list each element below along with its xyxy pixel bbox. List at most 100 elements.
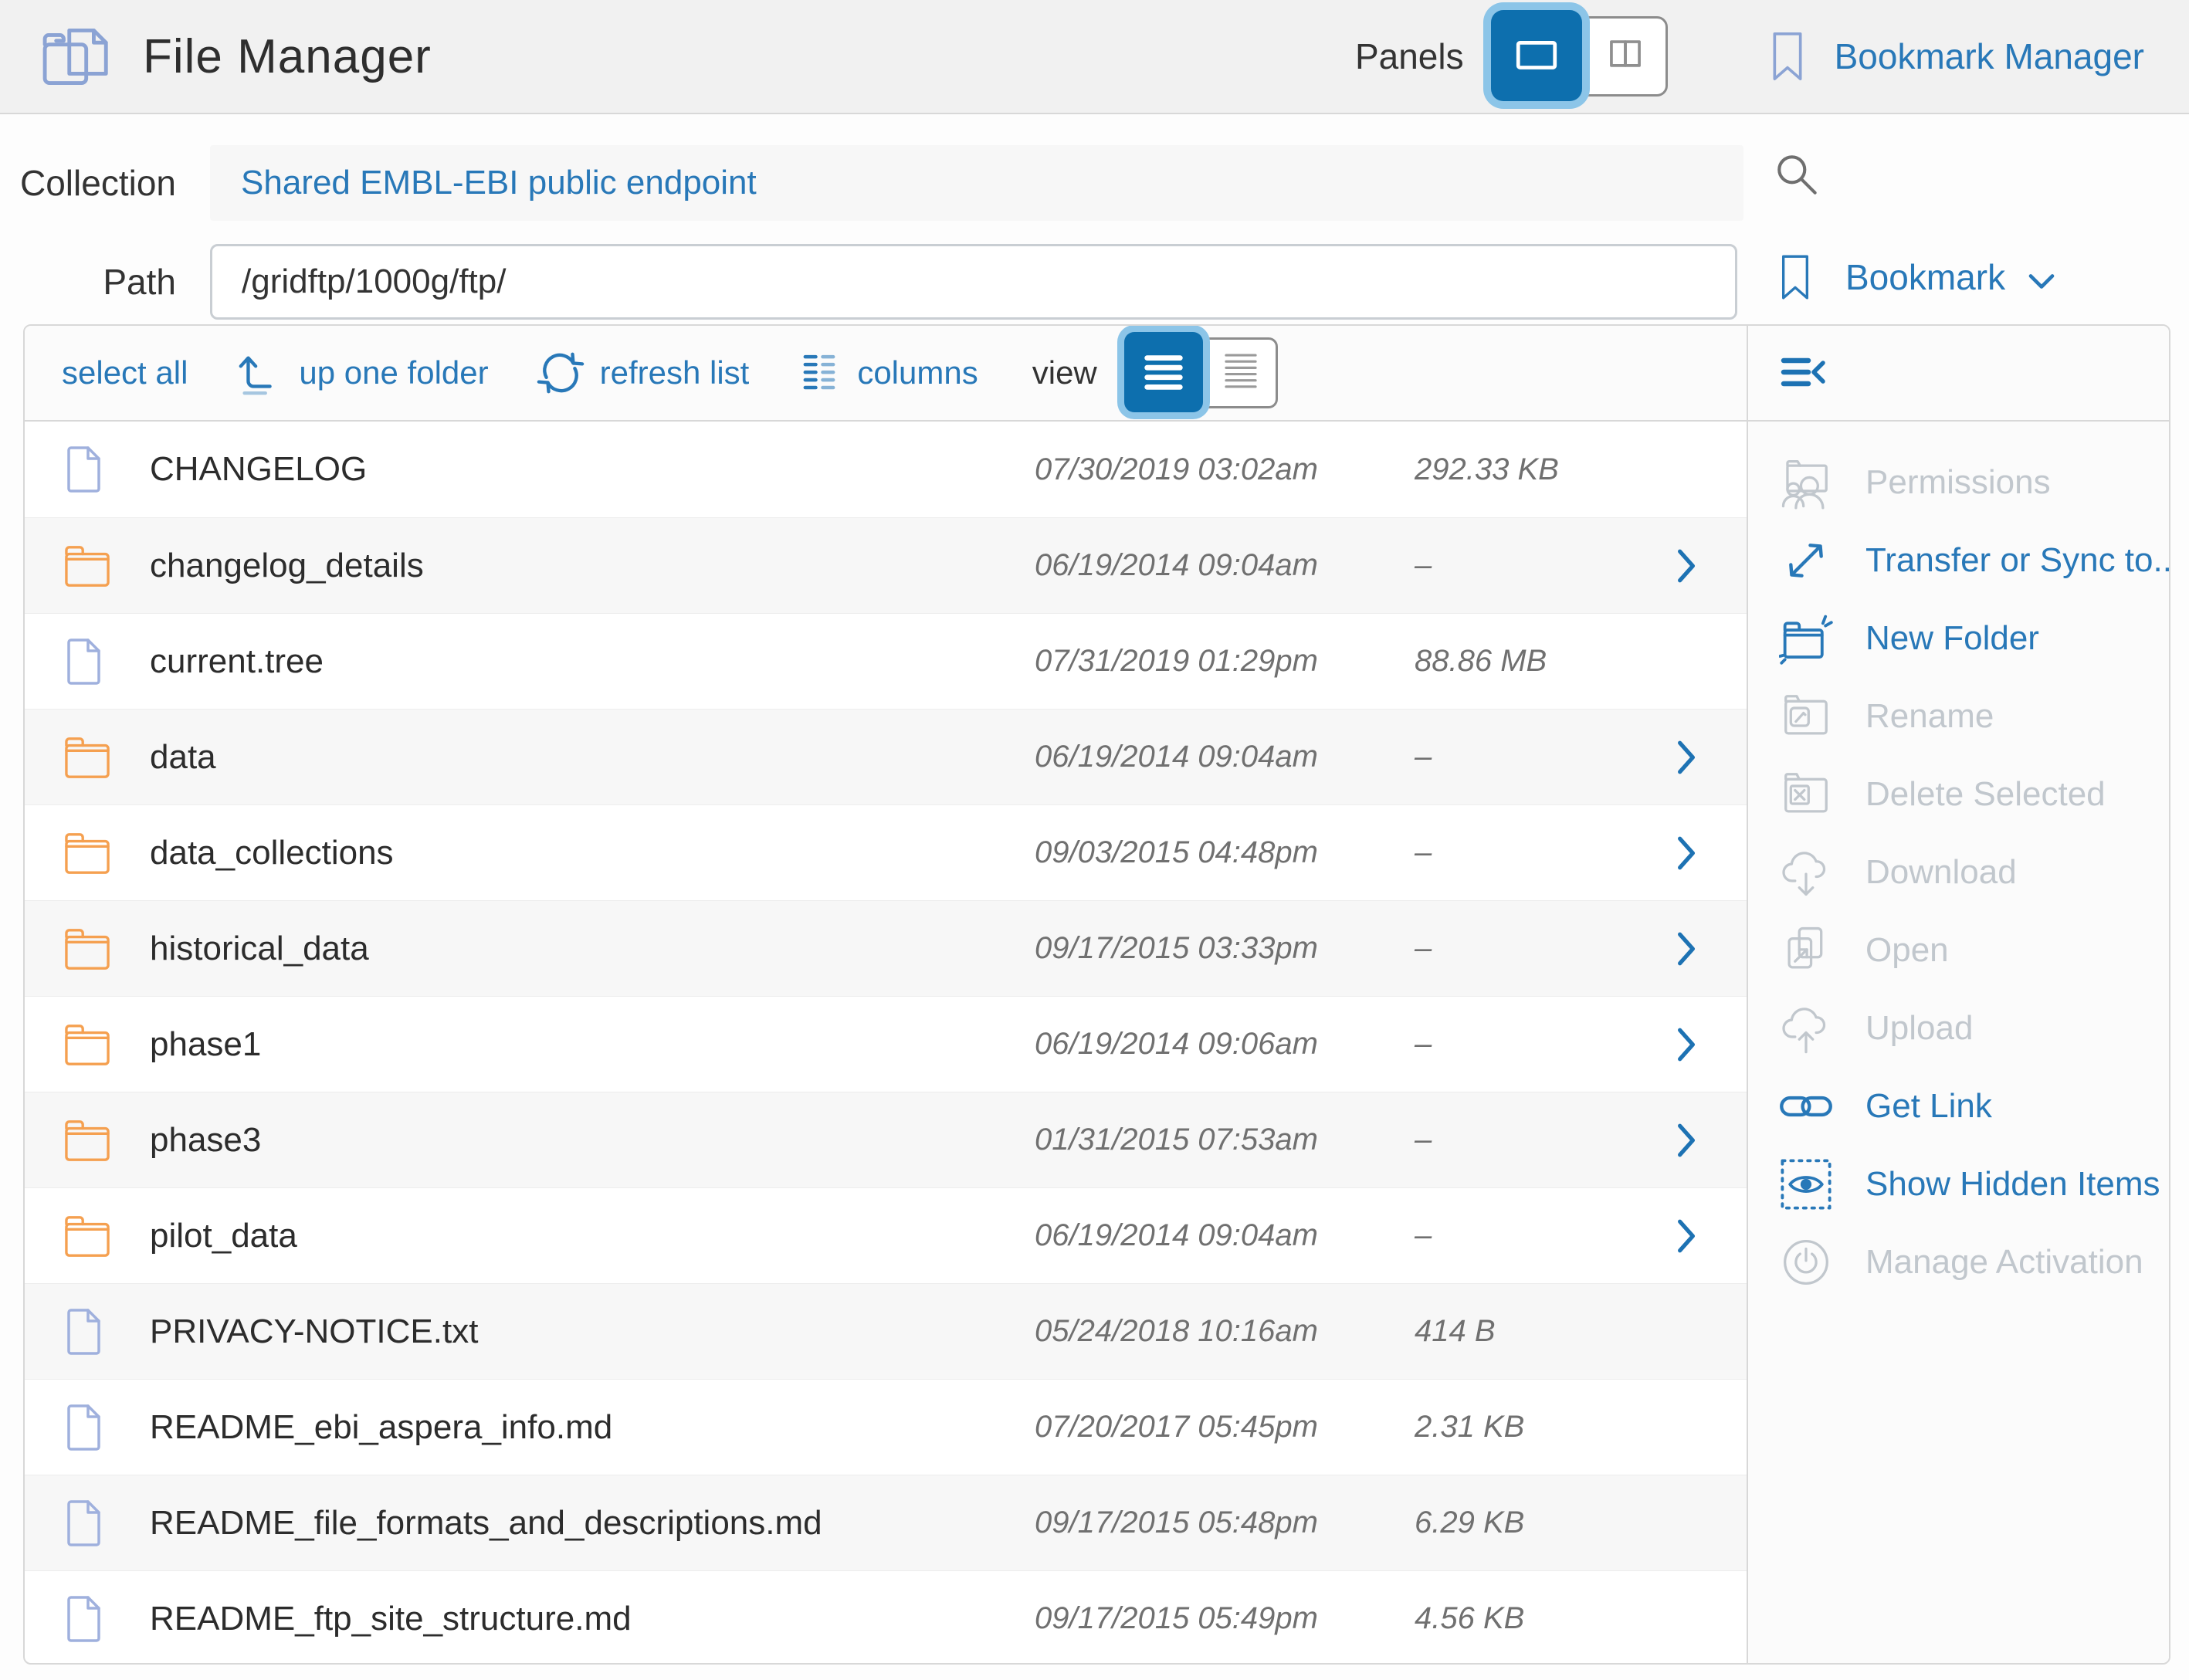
file-pane: select all up one folder refresh list co…	[25, 326, 1748, 1663]
table-row-phase3[interactable]: phase3 01/31/2015 07:53am –	[25, 1092, 1747, 1187]
sidebar-item-upload: Upload	[1748, 989, 2170, 1067]
bookmark-icon	[1777, 252, 1813, 303]
bookmark-manager-label: Bookmark Manager	[1835, 36, 2144, 77]
view-label: view	[1032, 354, 1097, 391]
select-all-button[interactable]: select all	[62, 354, 188, 391]
chevron-right-icon[interactable]	[1671, 547, 1697, 584]
folder-icon	[63, 1022, 150, 1067]
refresh-list-button[interactable]: refresh list	[537, 349, 750, 397]
file-manager-icon	[40, 25, 114, 89]
chevron-right-icon[interactable]	[1671, 739, 1697, 776]
panels-dual-button[interactable]	[1585, 19, 1665, 90]
table-row-pilot_data[interactable]: pilot_data 06/19/2014 09:04am –	[25, 1187, 1747, 1283]
file-icon	[63, 445, 150, 494]
location-bar: Collection Shared EMBL-EBI public endpoi…	[0, 114, 2189, 324]
sidebar-item-get-link[interactable]: Get Link	[1748, 1067, 2170, 1145]
link-chain-icon	[1777, 1078, 1835, 1135]
main-panes: select all up one folder refresh list co…	[23, 324, 2170, 1665]
table-row-PRIVACY-NOTICE.txt[interactable]: PRIVACY-NOTICE.txt 05/24/2018 10:16am 41…	[25, 1283, 1747, 1379]
list-view-icon	[1140, 348, 1188, 396]
sidebar-item-manage-activation: Manage Activation	[1748, 1223, 2170, 1301]
folder-icon	[63, 831, 150, 876]
file-icon	[63, 1594, 150, 1644]
path-input[interactable]: /gridftp/1000g/ftp/	[210, 244, 1737, 320]
sidebar-item-show-hidden-items[interactable]: Show Hidden Items	[1748, 1145, 2170, 1223]
users-folder-icon	[1777, 454, 1835, 511]
sidebar-item-transfer-or-sync-to[interactable]: Transfer or Sync to...	[1748, 521, 2170, 599]
sidebar-item-delete-selected: Delete Selected	[1748, 755, 2170, 833]
refresh-icon	[537, 349, 585, 397]
columns-icon	[797, 351, 842, 395]
download-cloud-icon	[1777, 844, 1835, 901]
rename-folder-icon	[1777, 688, 1835, 745]
power-icon	[1777, 1234, 1835, 1291]
bookmark-label: Bookmark	[1845, 256, 2005, 298]
app-header: File Manager Panels Bookmark Manager	[0, 0, 2189, 114]
view-compact-button[interactable]	[1206, 340, 1276, 401]
bookmark-manager-link[interactable]: Bookmark Manager	[1768, 29, 2144, 84]
open-pages-icon	[1777, 922, 1835, 979]
table-row-data_collections[interactable]: data_collections 09/03/2015 04:48pm –	[25, 804, 1747, 900]
table-row-data[interactable]: data 06/19/2014 09:04am –	[25, 709, 1747, 804]
sidebar-item-permissions: Permissions	[1748, 443, 2170, 521]
table-row-phase1[interactable]: phase1 06/19/2014 09:06am –	[25, 996, 1747, 1092]
delete-folder-icon	[1777, 766, 1835, 823]
show-hidden-eye-icon	[1777, 1156, 1835, 1213]
table-row-README_file_formats_and_descriptions.md[interactable]: README_file_formats_and_descriptions.md …	[25, 1475, 1747, 1570]
file-icon	[63, 637, 150, 686]
sidebar-item-download: Download	[1748, 833, 2170, 911]
chevron-right-icon[interactable]	[1671, 1122, 1697, 1159]
upload-cloud-icon	[1777, 1000, 1835, 1057]
sidebar-item-new-folder[interactable]: New Folder	[1748, 599, 2170, 677]
table-row-historical_data[interactable]: historical_data 09/17/2015 03:33pm –	[25, 900, 1747, 996]
panels-single-button[interactable]	[1491, 10, 1582, 101]
dual-panel-icon	[1599, 28, 1652, 80]
file-toolbar: select all up one folder refresh list co…	[25, 326, 1747, 422]
up-one-folder-icon	[236, 349, 283, 397]
folder-icon	[63, 544, 150, 588]
table-row-CHANGELOG[interactable]: CHANGELOG 07/30/2019 03:02am 292.33 KB	[25, 422, 1747, 517]
path-label: Path	[0, 261, 176, 303]
file-icon	[63, 1307, 150, 1357]
sidebar-item-open: Open	[1748, 911, 2170, 989]
transfer-arrows-icon	[1777, 532, 1835, 589]
search-icon	[1772, 150, 1823, 201]
chevron-right-icon[interactable]	[1671, 930, 1697, 967]
file-list: CHANGELOG 07/30/2019 03:02am 292.33 KB c…	[25, 422, 1747, 1665]
new-folder-icon	[1777, 610, 1835, 667]
chevron-right-icon[interactable]	[1671, 1218, 1697, 1255]
chevron-right-icon[interactable]	[1671, 835, 1697, 872]
panels-label: Panels	[1355, 36, 1464, 77]
search-button[interactable]	[1772, 150, 1823, 201]
table-row-current.tree[interactable]: current.tree 07/31/2019 01:29pm 88.86 MB	[25, 613, 1747, 709]
page-title: File Manager	[143, 29, 432, 84]
table-row-README_ftp_site_structure.md[interactable]: README_ftp_site_structure.md 09/17/2015 …	[25, 1570, 1747, 1665]
collapse-sidebar-icon[interactable]	[1779, 352, 1828, 394]
table-row-README_ebi_aspera_info.md[interactable]: README_ebi_aspera_info.md 07/20/2017 05:…	[25, 1379, 1747, 1475]
table-row-changelog_details[interactable]: changelog_details 06/19/2014 09:04am –	[25, 517, 1747, 613]
chevron-down-icon	[2027, 270, 2056, 292]
bookmark-icon	[1768, 29, 1807, 84]
bookmark-dropdown[interactable]: Bookmark	[1777, 252, 2056, 303]
file-icon	[63, 1403, 150, 1452]
folder-icon	[63, 1214, 150, 1258]
single-panel-icon	[1507, 26, 1566, 85]
path-value: /gridftp/1000g/ftp/	[242, 262, 506, 301]
sidebar-item-rename: Rename	[1748, 677, 2170, 755]
folder-icon	[63, 1118, 150, 1163]
file-icon	[63, 1499, 150, 1548]
chevron-right-icon[interactable]	[1671, 1026, 1697, 1063]
view-list-button[interactable]	[1124, 332, 1203, 412]
folder-icon	[63, 735, 150, 780]
collection-input[interactable]: Shared EMBL-EBI public endpoint	[210, 145, 1743, 221]
collection-value: Shared EMBL-EBI public endpoint	[241, 164, 757, 202]
up-one-folder-button[interactable]: up one folder	[236, 349, 488, 397]
sidebar-header	[1748, 326, 2170, 422]
collection-label: Collection	[0, 162, 176, 204]
view-toggle	[1128, 337, 1278, 408]
panels-toggle	[1496, 16, 1668, 97]
folder-icon	[63, 926, 150, 971]
columns-button[interactable]: columns	[797, 351, 978, 395]
sidebar-items: Permissions Transfer or Sync to... New F…	[1748, 422, 2170, 1301]
action-sidebar: Permissions Transfer or Sync to... New F…	[1748, 326, 2170, 1663]
